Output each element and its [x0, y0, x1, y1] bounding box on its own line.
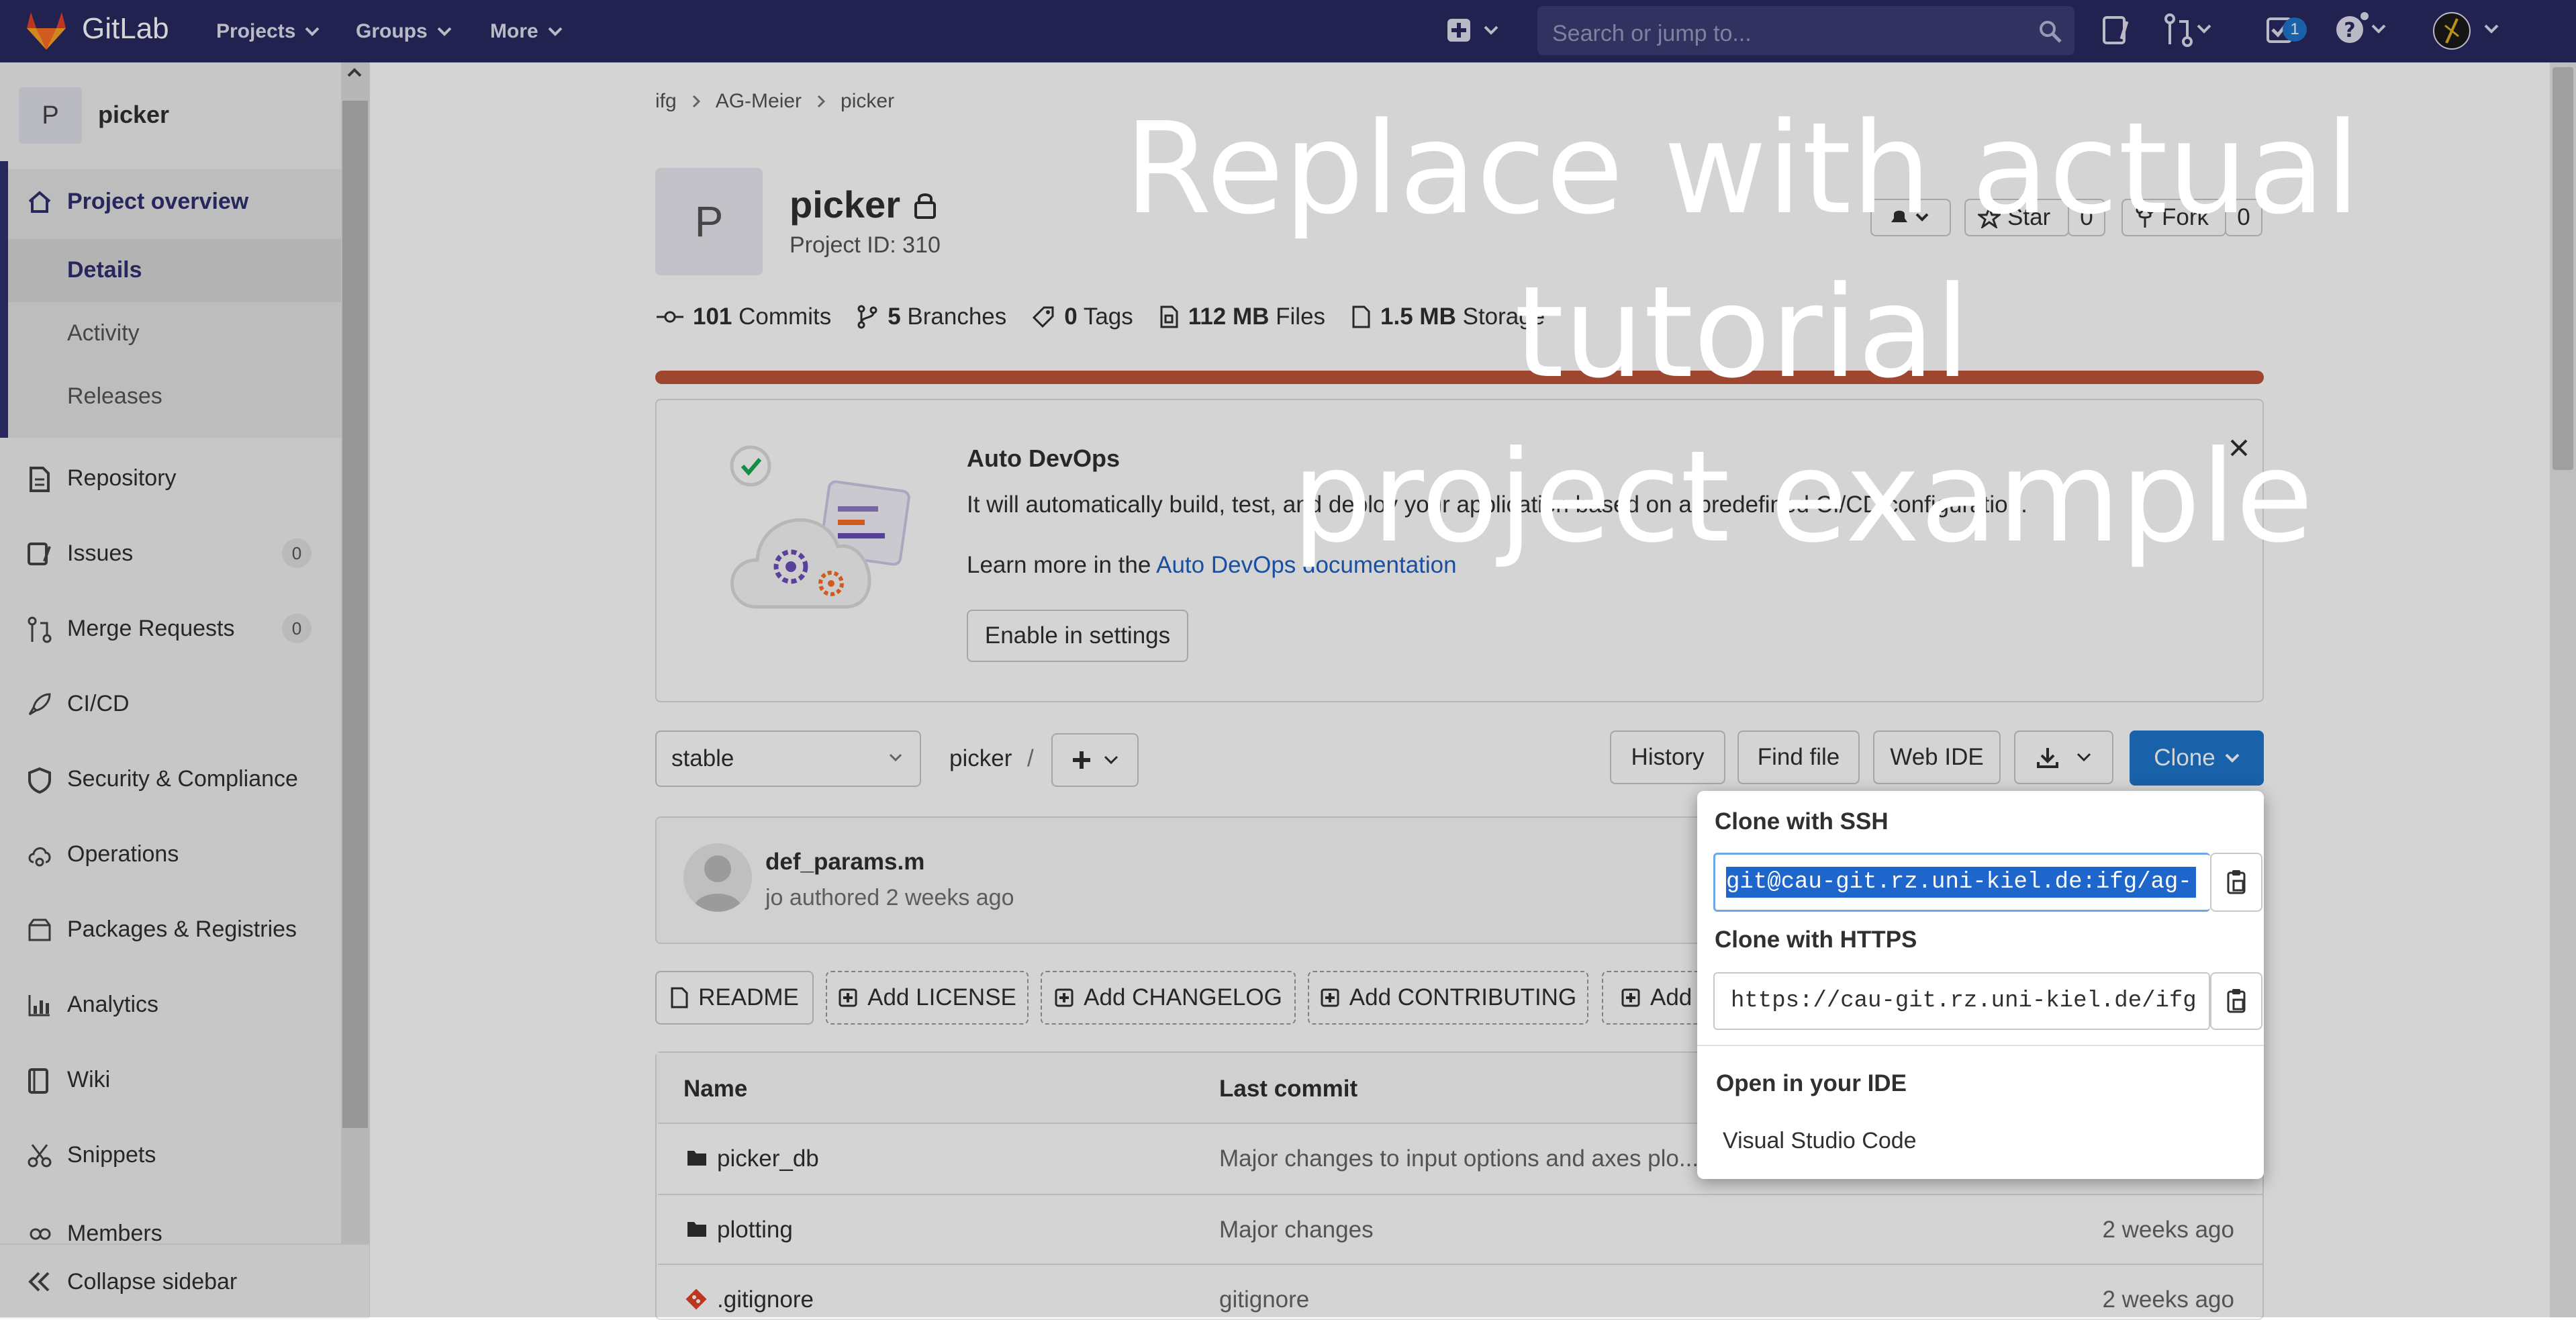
open-in-vscode-option[interactable]: Visual Studio Code [1723, 1128, 1917, 1154]
open-in-ide-title: Open in your IDE [1716, 1070, 1907, 1096]
overlay-line-2: project example [1292, 423, 2313, 571]
overlay-line-1: Replace with actual tutorial [1124, 95, 2360, 407]
clipboard-icon [2227, 989, 2246, 1013]
clone-ssh-url-text: git@cau-git.rz.uni-kiel.de:ifg/ag- [1726, 867, 2196, 898]
clone-ssh-url-input[interactable]: git@cau-git.rz.uni-kiel.de:ifg/ag- [1713, 853, 2210, 912]
clone-https-title: Clone with HTTPS [1715, 927, 1917, 953]
dropdown-divider [1697, 1045, 2264, 1046]
clone-https-url-input[interactable]: https://cau-git.rz.uni-kiel.de/ifg [1713, 972, 2210, 1030]
tutorial-overlay-text: Replace with actual tutorial project exa… [947, 87, 2538, 579]
copy-https-url-button[interactable] [2210, 972, 2262, 1030]
clone-dropdown: Clone with SSH git@cau-git.rz.uni-kiel.d… [1697, 791, 2264, 1179]
copy-ssh-url-button[interactable] [2210, 853, 2262, 912]
clipboard-icon [2227, 870, 2246, 894]
clone-ssh-title: Clone with SSH [1715, 808, 1889, 835]
clone-https-url-text: https://cau-git.rz.uni-kiel.de/ifg [1731, 988, 2197, 1014]
